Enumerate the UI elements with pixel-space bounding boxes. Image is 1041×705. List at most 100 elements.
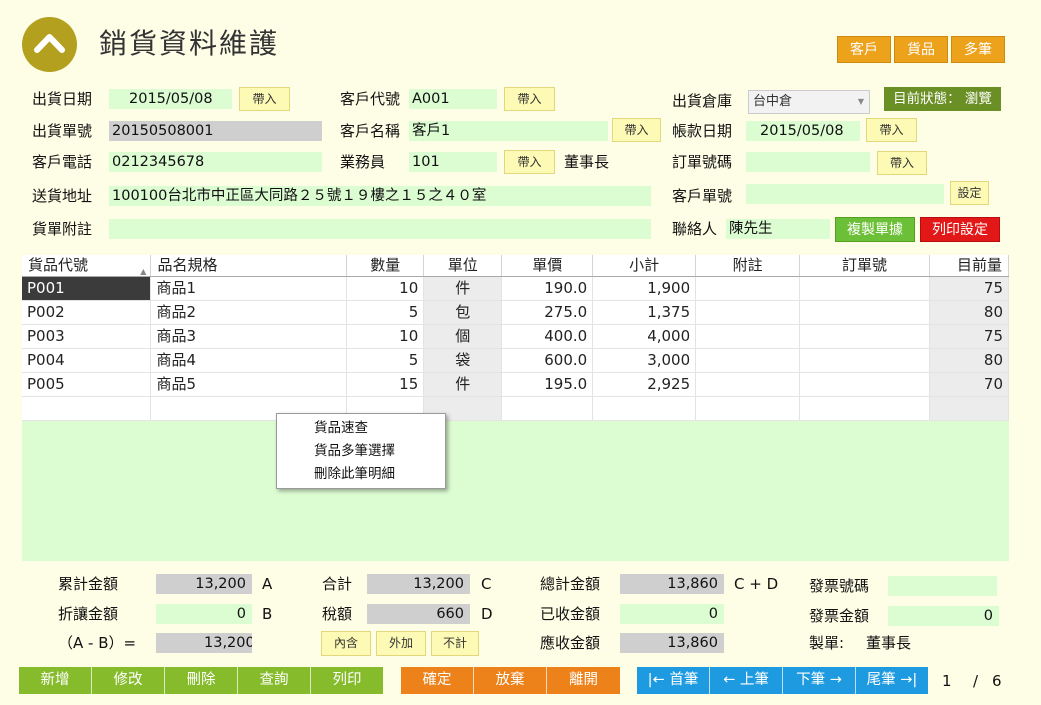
- table-row-empty[interactable]: [22, 396, 1009, 421]
- col-header-order[interactable]: 訂單號: [799, 255, 930, 277]
- cust-name-import-button[interactable]: 帶入: [612, 118, 661, 142]
- invoice-amt-field[interactable]: 0: [888, 606, 999, 626]
- order-no-import-button[interactable]: 帶入: [877, 151, 927, 175]
- cell-price[interactable]: 190.0: [501, 276, 594, 301]
- address-field[interactable]: 100100台北市中正區大同路２５號１９樓之１５之４０室: [109, 186, 651, 206]
- col-header-note[interactable]: 附註: [695, 255, 801, 277]
- phone-field[interactable]: 0212345678: [109, 152, 322, 172]
- table-row[interactable]: P002 商品2 5 包 275.0 1,375 80: [22, 300, 1009, 325]
- cell-note[interactable]: [695, 396, 801, 421]
- cell-price[interactable]: 195.0: [501, 372, 594, 397]
- cell-code[interactable]: [22, 396, 152, 421]
- cell-order[interactable]: [799, 348, 930, 373]
- maker-label: 製單:: [809, 634, 845, 652]
- cell-order[interactable]: [799, 276, 930, 301]
- cell-price[interactable]: 600.0: [501, 348, 594, 373]
- discard-button[interactable]: 放棄: [474, 667, 547, 694]
- cell-name[interactable]: 商品2: [150, 300, 348, 325]
- sales-import-button[interactable]: 帶入: [504, 150, 555, 174]
- table-row[interactable]: P005 商品5 15 件 195.0 2,925 70: [22, 372, 1009, 397]
- note-field[interactable]: [109, 219, 651, 239]
- cell-code[interactable]: P002: [22, 300, 152, 325]
- menu-item-quick-search[interactable]: 貨品速查: [277, 417, 445, 440]
- col-header-subtotal[interactable]: 小計: [592, 255, 697, 277]
- goods-button[interactable]: 貨品: [894, 36, 948, 63]
- multi-button[interactable]: 多筆: [951, 36, 1005, 63]
- contact-field[interactable]: 陳先生: [726, 219, 830, 239]
- cell-note[interactable]: [695, 276, 801, 301]
- print-button[interactable]: 列印: [311, 667, 383, 694]
- cell-order[interactable]: [799, 396, 930, 421]
- cell-code[interactable]: P003: [22, 324, 152, 349]
- col-header-unit[interactable]: 單位: [423, 255, 503, 277]
- cell-code[interactable]: P005: [22, 372, 152, 397]
- menu-item-delete-detail[interactable]: 刪除此筆明細: [277, 463, 445, 486]
- cell-name[interactable]: 商品5: [150, 372, 348, 397]
- cell-order[interactable]: [799, 300, 930, 325]
- cell-qty[interactable]: 5: [346, 348, 425, 373]
- exit-button[interactable]: 離開: [547, 667, 620, 694]
- cust-code-label: 客戶代號: [340, 90, 401, 108]
- cust-code-import-button[interactable]: 帶入: [504, 87, 555, 111]
- col-header-code[interactable]: 貨品代號 ▲: [22, 255, 152, 277]
- last-record-button[interactable]: 尾筆 →|: [856, 667, 928, 694]
- cust-order-setting-button[interactable]: 設定: [950, 181, 989, 205]
- detail-grid[interactable]: 貨品代號 ▲ 品名規格 數量 單位 單價 小計 附註 訂單號 目前量 P001 商…: [22, 255, 1009, 561]
- cell-note[interactable]: [695, 300, 801, 325]
- first-record-button[interactable]: |← 首筆: [637, 667, 710, 694]
- tax-exclusive-button[interactable]: 外加: [376, 631, 426, 656]
- received-field[interactable]: 0: [620, 604, 724, 624]
- cell-name[interactable]: 商品4: [150, 348, 348, 373]
- cell-price[interactable]: 400.0: [501, 324, 594, 349]
- sales-code-field[interactable]: 101: [409, 152, 497, 172]
- table-row[interactable]: P001 商品1 10 件 190.0 1,900 75: [22, 276, 1009, 301]
- cell-qty[interactable]: 10: [346, 324, 425, 349]
- cell-qty[interactable]: 15: [346, 372, 425, 397]
- cell-price[interactable]: [501, 396, 594, 421]
- new-button[interactable]: 新增: [19, 667, 92, 694]
- cust-order-field[interactable]: [746, 184, 944, 204]
- col-header-qty[interactable]: 數量: [346, 255, 425, 277]
- cust-name-field[interactable]: 客戶1: [409, 121, 608, 141]
- menu-item-multi-select[interactable]: 貨品多筆選擇: [277, 440, 445, 463]
- edit-button[interactable]: 修改: [92, 667, 165, 694]
- discount-field[interactable]: 0: [156, 604, 252, 624]
- col-header-stock[interactable]: 目前量: [929, 255, 1009, 277]
- cell-name[interactable]: 商品3: [150, 324, 348, 349]
- col-header-name[interactable]: 品名規格: [150, 255, 348, 277]
- ship-date-field[interactable]: 2015/05/08: [109, 89, 232, 109]
- cell-order[interactable]: [799, 324, 930, 349]
- print-setting-button[interactable]: 列印設定: [920, 217, 1000, 242]
- cell-qty[interactable]: 5: [346, 300, 425, 325]
- copy-document-button[interactable]: 複製單據: [835, 217, 915, 242]
- cell-price[interactable]: 275.0: [501, 300, 594, 325]
- invoice-no-field[interactable]: [888, 576, 997, 596]
- warehouse-select[interactable]: 台中倉 ▼: [748, 90, 870, 114]
- confirm-button[interactable]: 確定: [401, 667, 474, 694]
- prev-record-button[interactable]: ← 上筆: [710, 667, 783, 694]
- ship-date-import-button[interactable]: 帶入: [239, 87, 290, 111]
- query-button[interactable]: 查詢: [238, 667, 311, 694]
- cell-note[interactable]: [695, 348, 801, 373]
- tax-none-button[interactable]: 不計: [431, 631, 479, 656]
- cell-note[interactable]: [695, 324, 801, 349]
- tax-inclusive-button[interactable]: 內含: [321, 631, 371, 656]
- table-row[interactable]: P003 商品3 10 個 400.0 4,000 75: [22, 324, 1009, 349]
- account-date-import-button[interactable]: 帶入: [866, 118, 917, 142]
- cell-qty[interactable]: 10: [346, 276, 425, 301]
- cust-code-field[interactable]: A001: [409, 89, 497, 109]
- table-row[interactable]: P004 商品4 5 袋 600.0 3,000 80: [22, 348, 1009, 373]
- cell-name[interactable]: 商品1: [150, 276, 348, 301]
- cell-code[interactable]: P001: [22, 276, 152, 301]
- cell-code[interactable]: P004: [22, 348, 152, 373]
- logo-up-icon[interactable]: [22, 17, 77, 72]
- cell-note[interactable]: [695, 372, 801, 397]
- account-date-field[interactable]: 2015/05/08: [746, 121, 860, 141]
- delete-button[interactable]: 刪除: [165, 667, 238, 694]
- cell-order[interactable]: [799, 372, 930, 397]
- cell-unit: 件: [423, 276, 503, 301]
- customer-button[interactable]: 客戶: [837, 36, 891, 63]
- order-no-field[interactable]: [746, 152, 870, 172]
- next-record-button[interactable]: 下筆 →: [783, 667, 856, 694]
- col-header-price[interactable]: 單價: [501, 255, 594, 277]
